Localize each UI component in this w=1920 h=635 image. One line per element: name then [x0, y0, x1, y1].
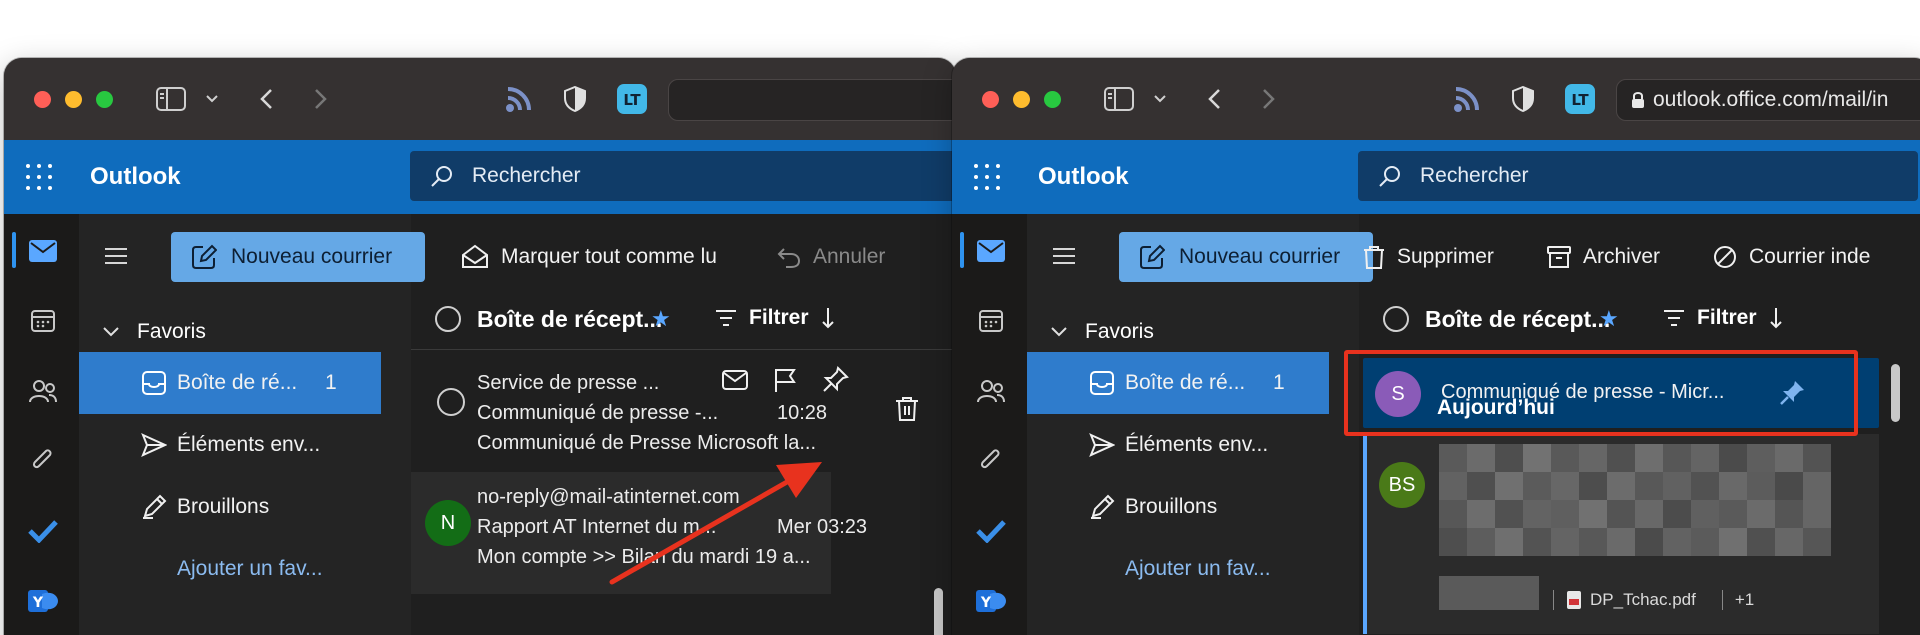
archive-label: Archiver [1583, 245, 1661, 268]
command-bar: Nouveau courrier Supprimer Archiver Cour… [1027, 214, 1920, 288]
pin-filled-icon[interactable] [1779, 380, 1805, 406]
search-placeholder: Rechercher [1420, 164, 1529, 187]
close-window-button[interactable] [982, 91, 999, 108]
list-scrollbar[interactable] [1891, 364, 1900, 422]
svg-text:LT: LT [1571, 91, 1589, 109]
blurred-message-item[interactable]: BS DP_Tchac.pdf +1 [1363, 434, 1879, 634]
unread-count: 1 [1273, 371, 1285, 394]
app-launcher-icon[interactable] [974, 164, 1000, 190]
list-title: Boîte de récept... [1425, 306, 1611, 332]
send-icon [1089, 433, 1115, 457]
sort-arrow-icon [1769, 308, 1782, 329]
search-input[interactable]: Rechercher [1358, 151, 1918, 201]
section-header-today: Aujourd’hui [1437, 396, 1555, 419]
pdf-icon [1567, 591, 1581, 609]
translate-extension-icon[interactable]: LT [1564, 82, 1596, 116]
avatar: S [1375, 371, 1421, 417]
zoom-window-button[interactable] [1044, 91, 1061, 108]
app-title[interactable]: Outlook [1038, 163, 1129, 191]
lock-icon [1632, 92, 1644, 108]
folder-sent-label: Éléments env... [1125, 433, 1269, 456]
favorite-star-icon[interactable]: ★ [1599, 306, 1619, 332]
message-list: Boîte de récept... ★ Filtrer S Communiqu… [1359, 288, 1920, 635]
search-icon [1379, 166, 1400, 187]
folder-inbox[interactable]: Boîte de ré... 1 [1027, 352, 1329, 414]
block-icon [1714, 246, 1736, 268]
browser-titlebar: LT outlook.office.com/mail/in [952, 58, 1920, 140]
mail-icon[interactable] [976, 236, 1006, 266]
address-bar[interactable]: outlook.office.com/mail/in [1616, 79, 1920, 121]
add-favorite-link[interactable]: Ajouter un fav... [1027, 538, 1329, 600]
rss-icon[interactable] [1450, 82, 1484, 116]
chevron-down-icon[interactable] [1150, 82, 1170, 116]
folder-sent[interactable]: Éléments env... [1027, 414, 1329, 476]
blurred-attachment-thumb [1439, 576, 1539, 610]
trash-icon [1364, 246, 1384, 269]
new-mail-label: Nouveau courrier [1179, 245, 1341, 268]
svg-text:Y: Y [980, 595, 992, 611]
todo-icon[interactable] [976, 516, 1006, 546]
folder-inbox-label: Boîte de ré... [1125, 371, 1246, 394]
attachment-chip[interactable]: DP_Tchac.pdf [1553, 590, 1708, 610]
sidebar-toggle-icon[interactable] [1102, 82, 1136, 116]
forward-arrow-icon[interactable] [1257, 82, 1281, 116]
attachment-row: DP_Tchac.pdf +1 [1439, 570, 1754, 610]
archive-button[interactable]: Archiver [1547, 232, 1660, 282]
people-icon[interactable] [976, 376, 1006, 406]
shield-icon[interactable] [1508, 82, 1538, 116]
new-mail-button[interactable]: Nouveau courrier [1119, 232, 1373, 282]
browser-window-right: LT outlook.office.com/mail/in Outlook Re… [952, 58, 1920, 635]
select-all-checkbox[interactable] [1383, 306, 1409, 332]
back-arrow-icon[interactable] [1202, 82, 1226, 116]
app-rail: Y [952, 214, 1027, 635]
message-list-header: Boîte de récept... ★ Filtrer [1359, 288, 1920, 350]
attachment-name: DP_Tchac.pdf [1590, 590, 1696, 609]
delete-label: Supprimer [1397, 245, 1494, 268]
filter-button[interactable]: Filtrer [1663, 306, 1783, 330]
inbox-icon [1090, 371, 1114, 395]
favorites-header[interactable]: Favoris [1051, 320, 1154, 344]
yammer-icon[interactable]: Y [976, 586, 1006, 616]
junk-button[interactable]: Courrier inde [1713, 232, 1870, 282]
delete-button[interactable]: Supprimer [1363, 232, 1494, 282]
add-favorite-label: Ajouter un fav... [1125, 557, 1271, 580]
chevron-down-icon [1051, 327, 1067, 337]
junk-label: Courrier inde [1749, 245, 1871, 268]
annotation-arrow [609, 462, 822, 585]
favorites-label: Favoris [1085, 320, 1154, 343]
blurred-content [1439, 444, 1831, 556]
avatar: BS [1379, 462, 1425, 508]
folder-drafts-label: Brouillons [1125, 495, 1218, 518]
pencil-icon [1091, 494, 1115, 519]
address-text: outlook.office.com/mail/in [1653, 88, 1889, 111]
archive-icon [1547, 246, 1571, 268]
filter-icon [1664, 310, 1684, 326]
more-attachments[interactable]: +1 [1721, 590, 1754, 610]
outlook-header: Outlook Rechercher [952, 140, 1920, 214]
attachment-icon[interactable] [976, 446, 1006, 476]
rail-selection-indicator [960, 232, 964, 268]
compose-icon [1140, 244, 1165, 269]
minimize-window-button[interactable] [1013, 91, 1030, 108]
browser-window-left: LT Outlook Rechercher Y Favoris Boîte de… [4, 58, 956, 635]
calendar-icon[interactable] [976, 306, 1006, 336]
filter-label: Filtrer [1697, 306, 1757, 329]
folder-drafts[interactable]: Brouillons [1027, 476, 1329, 538]
